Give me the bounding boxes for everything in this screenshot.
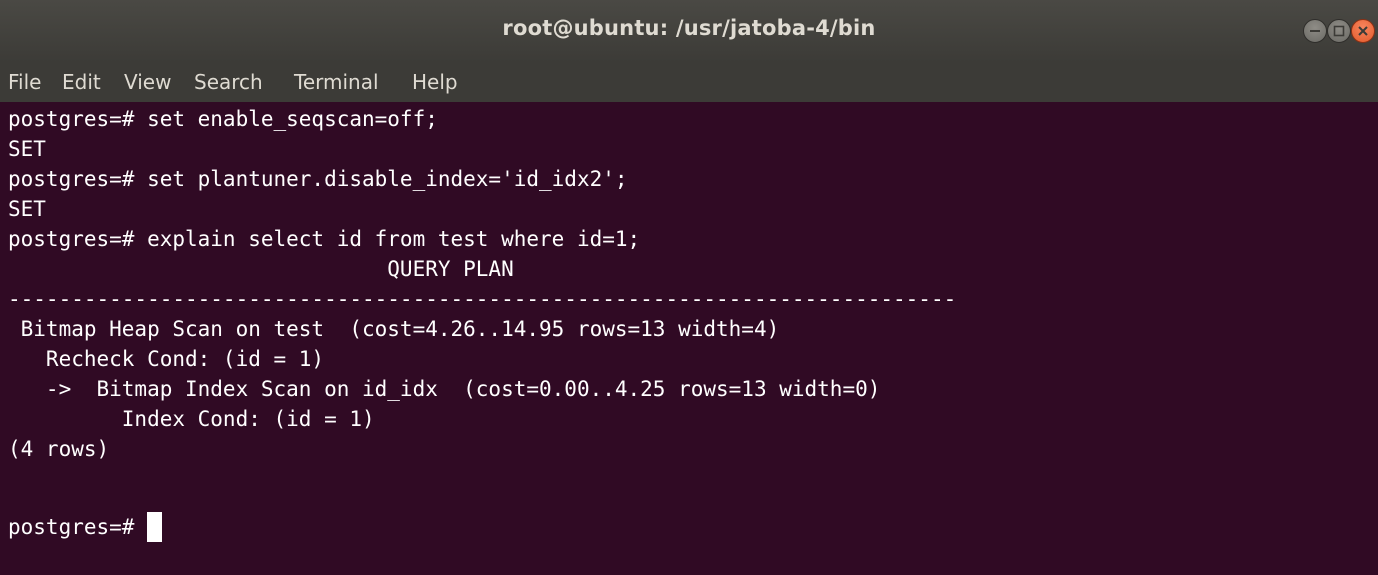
terminal-line-result: SET bbox=[8, 137, 46, 161]
terminal-prompt: postgres=# bbox=[8, 515, 148, 539]
query-plan-header: QUERY PLAN bbox=[8, 257, 514, 281]
terminal-line-command: postgres=# set enable_seqscan=off; bbox=[8, 107, 438, 131]
query-plan-row: Bitmap Heap Scan on test (cost=4.26..14.… bbox=[8, 317, 780, 341]
maximize-button[interactable] bbox=[1327, 19, 1351, 43]
terminal-window: root@ubuntu: /usr/jatoba-4/bin File Edit… bbox=[0, 0, 1378, 575]
query-plan-row: Index Cond: (id = 1) bbox=[8, 407, 375, 431]
menu-help[interactable]: Help bbox=[412, 70, 458, 94]
close-icon bbox=[1358, 26, 1368, 36]
menu-view[interactable]: View bbox=[124, 70, 171, 94]
minimize-icon bbox=[1310, 30, 1320, 32]
query-plan-separator: ----------------------------------------… bbox=[8, 287, 957, 311]
query-plan-row: -> Bitmap Index Scan on id_idx (cost=0.0… bbox=[8, 377, 881, 401]
title-bar[interactable]: root@ubuntu: /usr/jatoba-4/bin bbox=[0, 0, 1378, 63]
terminal-line-result: SET bbox=[8, 197, 46, 221]
terminal-output[interactable]: postgres=# set enable_seqscan=off; SET p… bbox=[0, 102, 1378, 575]
window-title: root@ubuntu: /usr/jatoba-4/bin bbox=[502, 16, 876, 40]
menu-bar: File Edit View Search Terminal Help bbox=[0, 62, 1378, 102]
menu-terminal[interactable]: Terminal bbox=[294, 70, 379, 94]
menu-search[interactable]: Search bbox=[194, 70, 263, 94]
maximize-icon bbox=[1333, 25, 1345, 37]
terminal-line-command: postgres=# explain select id from test w… bbox=[8, 227, 641, 251]
close-button[interactable] bbox=[1351, 19, 1375, 43]
row-count: (4 rows) bbox=[8, 437, 110, 461]
menu-edit[interactable]: Edit bbox=[62, 70, 101, 94]
minimize-button[interactable] bbox=[1303, 19, 1327, 43]
menu-file[interactable]: File bbox=[8, 70, 41, 94]
text-cursor bbox=[147, 512, 162, 542]
terminal-line-command: postgres=# set plantuner.disable_index='… bbox=[8, 167, 628, 191]
query-plan-row: Recheck Cond: (id = 1) bbox=[8, 347, 325, 371]
